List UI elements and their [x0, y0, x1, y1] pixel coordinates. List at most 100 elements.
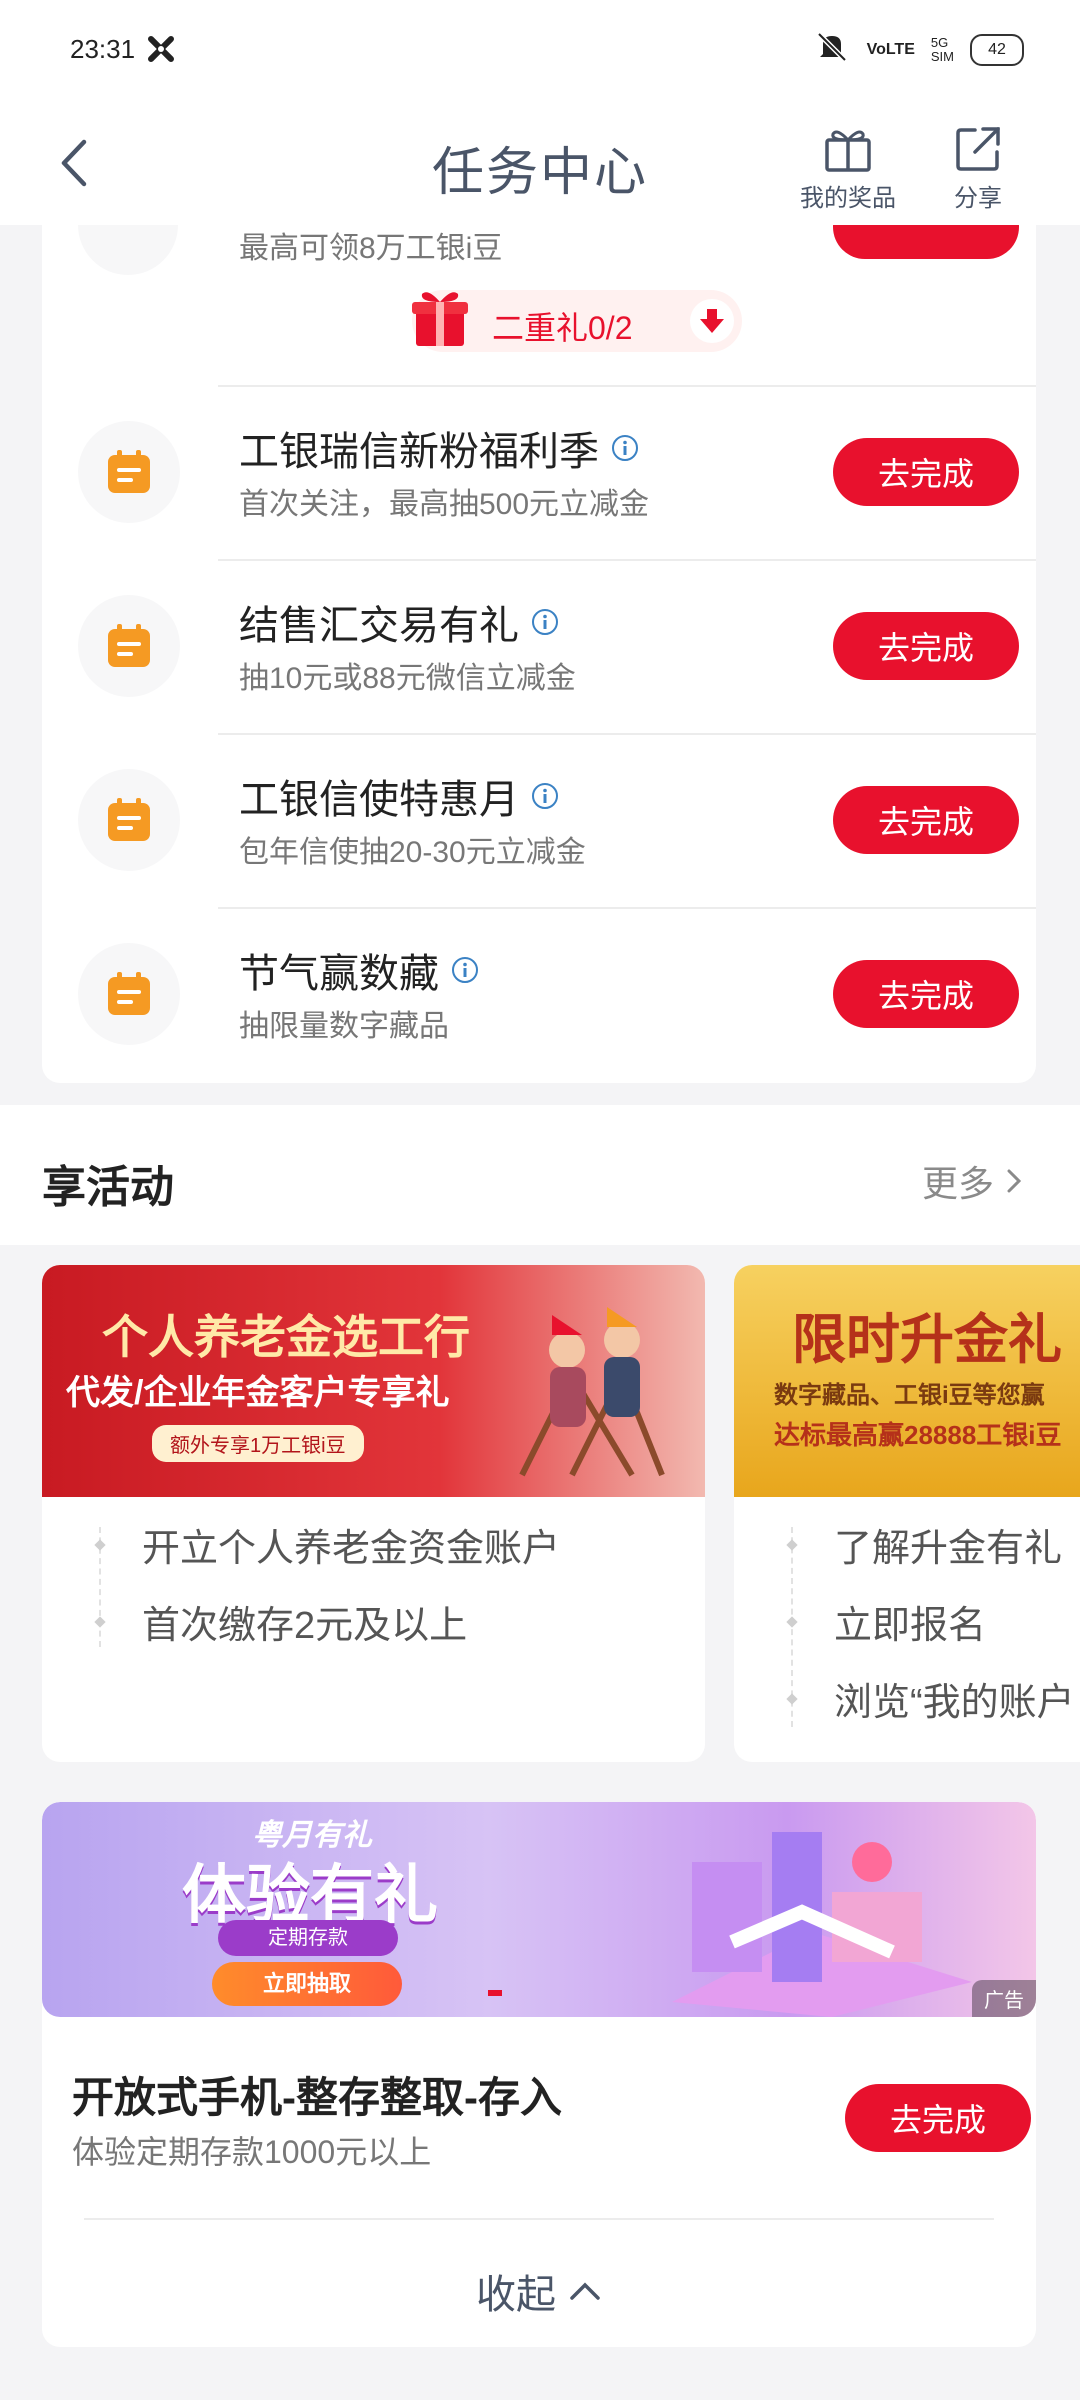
activity-banner-image[interactable]: 个人养老金选工行 代发/企业年金客户专享礼 额外专享1万工银i豆 [42, 1265, 705, 1497]
task-subtitle: 抽限量数字藏品 [239, 1010, 449, 1043]
task-go-button[interactable]: 去完成 [845, 2084, 1031, 2152]
signal-indicator: 5G SIM [930, 34, 954, 64]
calendar-icon [108, 450, 150, 493]
calendar-icon [108, 798, 150, 841]
divider [218, 733, 1036, 735]
divider [84, 2218, 994, 2220]
status-time: 23:31 [70, 34, 136, 64]
task-go-button[interactable] [833, 225, 1019, 259]
task-icon-container [78, 421, 180, 523]
banner-note: 达标最高赢28888工银i豆 [774, 1420, 1062, 1450]
status-bar: 23:31 VoLTE 5G SIM 42 [0, 0, 1080, 100]
task-row: 结售汇交易有礼 抽10元或88元微信立减金 去完成 [42, 559, 1036, 733]
volte-label: VoLTE [866, 40, 915, 58]
step-dot [94, 1616, 106, 1628]
more-label: 更多 [921, 1163, 994, 1204]
more-link[interactable]: 更多 [922, 1155, 1024, 1207]
task-row: 工银信使特惠月 包年信使抽20-30元立减金 去完成 [42, 733, 1036, 907]
task-subtitle: 抽10元或88元微信立减金 [239, 662, 576, 695]
step-text: 了解升金有礼 [834, 1528, 1063, 1570]
activity-banner-image[interactable]: 限时升金礼 数字藏品、工银i豆等您赢 达标最高赢28888工银i豆 [734, 1265, 1080, 1497]
promo-task-card: 粤月有礼 体验有礼 定期存款 立即抽取 广告 开放式手机-整存整取-存入 体验定… [42, 1802, 1036, 2347]
promo-banner-image[interactable]: 粤月有礼 体验有礼 定期存款 立即抽取 广告 [42, 1802, 1036, 2017]
header-bar: 任务中心 我的奖品 分享 [0, 100, 1080, 225]
promo-cta[interactable]: 立即抽取 [212, 1962, 402, 2006]
info-icon[interactable] [451, 956, 479, 984]
gift-icon [825, 130, 871, 172]
share-button[interactable]: 分享 [918, 124, 1038, 213]
carousel-indicator [488, 1990, 502, 1996]
banner-subheadline: 数字藏品、工银i豆等您赢 [774, 1382, 1045, 1409]
banner-headline: 限时升金礼 [792, 1310, 1062, 1370]
task-subtitle: 首次关注，最高抽500元立减金 [239, 488, 650, 521]
status-icons: VoLTE 5G SIM 42 [813, 28, 1024, 71]
city-illustration [672, 1832, 972, 2017]
task-title-text: 工银信使特惠月 [239, 778, 519, 822]
battery-level: 42 [988, 40, 1006, 58]
my-prizes-button[interactable]: 我的奖品 [788, 124, 908, 213]
collapse-label: 收起 [476, 2273, 556, 2317]
gift-progress-label: 二重礼0/2 [492, 310, 633, 346]
second-gift-progress[interactable]: 二重礼0/2 [412, 290, 742, 352]
divider [218, 385, 1036, 387]
task-subtitle: 体验定期存款1000元以上 [72, 2134, 432, 2170]
task-title: 工银瑞信新粉福利季 [239, 419, 639, 477]
task-row: 节气赢数藏 抽限量数字藏品 去完成 [42, 907, 1036, 1081]
task-go-button[interactable]: 去完成 [833, 612, 1019, 680]
task-row: 工银瑞信新粉福利季 首次关注，最高抽500元立减金 去完成 [42, 385, 1036, 559]
activities-header: 享活动 更多 [0, 1105, 1080, 1245]
step-text: 浏览“我的账户 [834, 1682, 1075, 1724]
info-icon[interactable] [531, 608, 559, 636]
battery-icon: 42 [970, 33, 1024, 66]
my-prizes-label: 我的奖品 [800, 185, 896, 212]
task-icon-container [78, 943, 180, 1045]
calendar-icon [108, 624, 150, 667]
task-title: 结售汇交易有礼 [239, 593, 559, 651]
step-dot [94, 1539, 106, 1551]
step-dot [786, 1539, 798, 1551]
mute-icon [813, 28, 851, 71]
divider [218, 559, 1036, 561]
task-go-button[interactable]: 去完成 [833, 786, 1019, 854]
activity-card[interactable]: 限时升金礼 数字藏品、工银i豆等您赢 达标最高赢28888工银i豆 了解升金有礼… [734, 1265, 1080, 1762]
task-subtitle: 最高可领8万工银i豆 [239, 232, 503, 265]
step-text: 首次缴存2元及以上 [142, 1605, 468, 1647]
collapse-button[interactable]: 收起 [42, 2262, 1036, 2320]
task-icon-container [78, 595, 180, 697]
task-title: 节气赢数藏 [239, 941, 479, 999]
share-icon [956, 127, 1000, 171]
signal-sim-label: SIM [930, 48, 954, 64]
task-list-card: 最高可领8万工银i豆 二重礼0/2 工银瑞信新粉福利季 首次关注，最高抽500元… [42, 225, 1036, 1083]
info-icon[interactable] [531, 782, 559, 810]
step-dot [786, 1693, 798, 1705]
task-title: 工银信使特惠月 [239, 767, 559, 825]
signal-5g-label: 5G [930, 34, 949, 50]
gift-expand-button[interactable] [690, 299, 734, 343]
task-title-text: 结售汇交易有礼 [239, 604, 519, 648]
chevron-right-icon [1007, 1169, 1022, 1193]
task-title-text: 工银瑞信新粉福利季 [239, 430, 599, 474]
elderly-couple-illustration [519, 1307, 665, 1477]
activity-card[interactable]: 个人养老金选工行 代发/企业年金客户专享礼 额外专享1万工银i豆 开立个人养老金… [42, 1265, 705, 1762]
red-gift-icon [412, 292, 468, 346]
banner-headline: 个人养老金选工行 [102, 1311, 470, 1363]
step-text: 开立个人养老金资金账户 [142, 1528, 561, 1570]
section-title: 享活动 [42, 1163, 174, 1212]
share-label: 分享 [954, 185, 1002, 212]
divider [218, 907, 1036, 909]
step-dot [786, 1616, 798, 1628]
task-go-button[interactable]: 去完成 [833, 438, 1019, 506]
app-notification-icon [146, 34, 176, 69]
arrow-down-icon [700, 309, 724, 333]
task-icon-container [78, 225, 178, 275]
step-text: 立即报名 [834, 1605, 987, 1647]
ad-label: 广告 [972, 1980, 1036, 2017]
calendar-icon [108, 972, 150, 1015]
banner-subheadline: 代发/企业年金客户专享礼 [66, 1374, 450, 1412]
info-icon[interactable] [611, 434, 639, 462]
task-icon-container [78, 769, 180, 871]
banner-badge: 额外专享1万工银i豆 [152, 1425, 364, 1462]
task-title-text: 节气赢数藏 [239, 952, 439, 996]
task-go-button[interactable]: 去完成 [833, 960, 1019, 1028]
task-title: 开放式手机-整存整取-存入 [72, 2074, 562, 2121]
